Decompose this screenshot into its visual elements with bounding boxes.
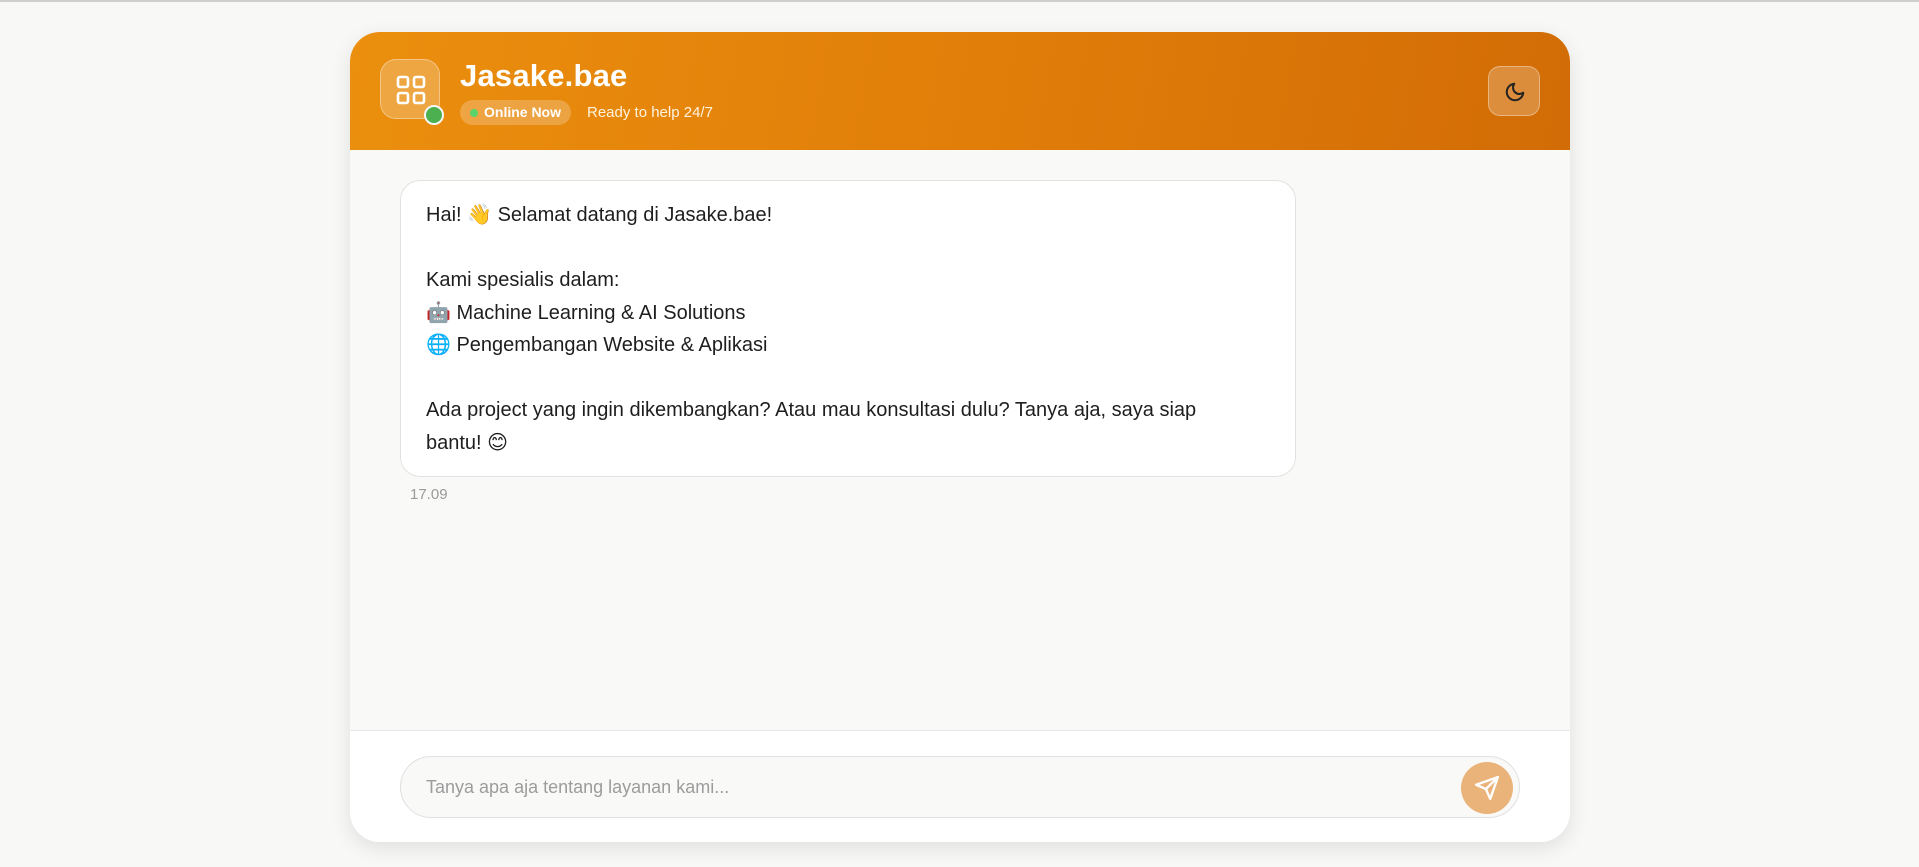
theme-toggle-button[interactable] — [1488, 66, 1540, 116]
message-line: Ada project yang ingin dikembangkan? Ata… — [426, 399, 1197, 421]
message-input[interactable] — [426, 757, 1426, 817]
status-label: Online Now — [484, 104, 561, 120]
status-badge: Online Now — [460, 100, 571, 125]
bot-message-bubble: Hai! 👋 Selamat datang di Jasake.bae! Kam… — [400, 180, 1296, 477]
browser-top-border — [0, 0, 1919, 2]
message-line: 🤖 Machine Learning & AI Solutions — [426, 301, 746, 324]
chat-window: Jasake.bae Online Now Ready to help 24/7… — [350, 32, 1570, 842]
message-composer — [350, 730, 1570, 842]
send-icon — [1474, 775, 1500, 801]
message-list: Hai! 👋 Selamat datang di Jasake.bae! Kam… — [350, 150, 1570, 730]
message-line: Kami spesialis dalam: — [426, 269, 620, 291]
moon-icon — [1505, 82, 1525, 102]
message-input-container — [400, 756, 1520, 818]
online-indicator — [424, 105, 444, 125]
send-button[interactable] — [1461, 762, 1513, 814]
message-line — [426, 362, 1270, 395]
message-line: bantu! 😊 — [426, 431, 509, 454]
message-timestamp: 17.09 — [410, 486, 448, 503]
message-line — [426, 232, 1270, 265]
status-dot — [470, 108, 478, 117]
message-line: 🌐 Pengembangan Website & Aplikasi — [426, 334, 768, 356]
chat-title: Jasake.bae — [460, 58, 628, 93]
status-subtext: Ready to help 24/7 — [587, 104, 713, 121]
message-line: Hai! 👋 Selamat datang di Jasake.bae! — [426, 204, 773, 226]
chat-header: Jasake.bae Online Now Ready to help 24/7 — [350, 32, 1570, 150]
